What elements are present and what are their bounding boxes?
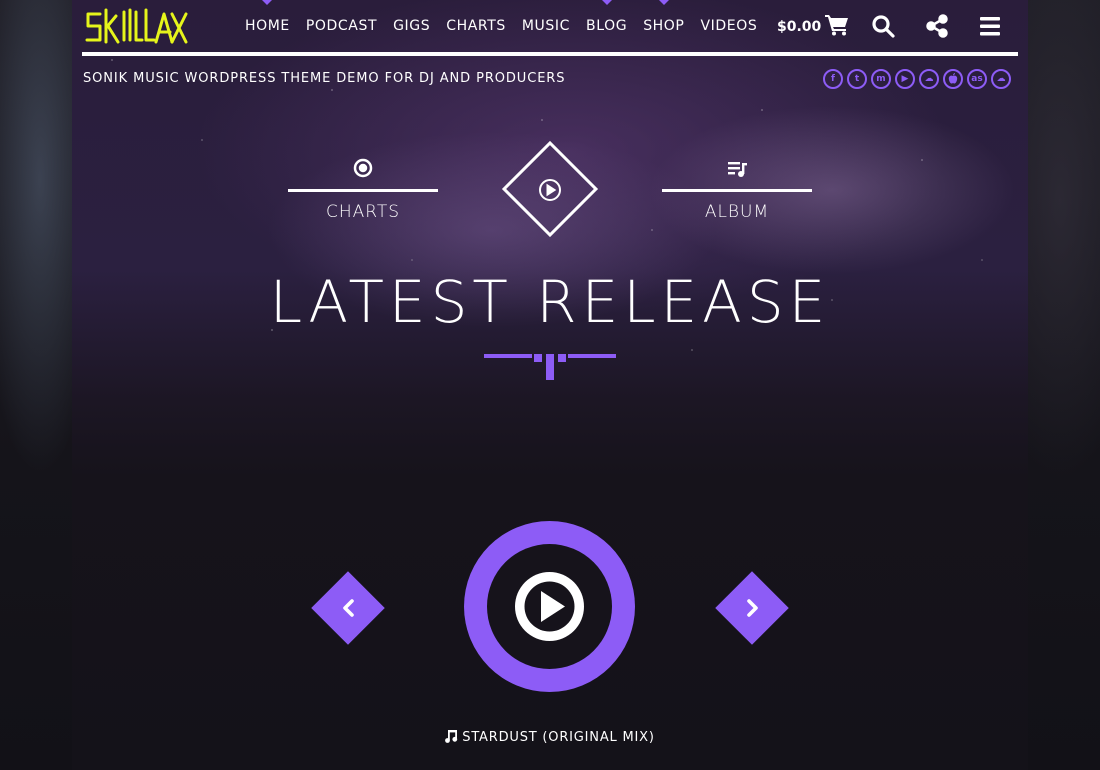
now-playing: STARDUST (ORIGINAL MIX) bbox=[0, 729, 1100, 747]
cart-total: $0.00 bbox=[777, 19, 822, 35]
section-link-charts[interactable]: CHARTS bbox=[288, 158, 438, 222]
youtube-icon[interactable]: ▶ bbox=[895, 69, 915, 89]
mixcloud-icon[interactable]: m bbox=[871, 69, 891, 89]
apple-icon[interactable] bbox=[943, 69, 963, 89]
share-icon[interactable] bbox=[925, 14, 949, 42]
site-tagline: SONIK MUSIC WORDPRESS THEME DEMO FOR DJ … bbox=[83, 71, 566, 86]
nav-item-music[interactable]: MUSIC bbox=[514, 16, 578, 36]
menu-icon[interactable] bbox=[978, 14, 1002, 42]
lastfm-icon[interactable]: as bbox=[967, 69, 987, 89]
track-title: STARDUST (ORIGINAL MIX) bbox=[462, 730, 655, 745]
chevron-left-icon[interactable] bbox=[339, 598, 357, 622]
section-underline bbox=[662, 189, 812, 192]
site-logo[interactable] bbox=[84, 6, 188, 46]
page-title: LATEST RELEASE bbox=[269, 268, 831, 336]
site-header: HOME PODCAST GIGS CHARTS MUSIC BLOG SHOP… bbox=[82, 0, 1018, 56]
target-icon bbox=[288, 158, 438, 182]
chevron-right-icon[interactable] bbox=[744, 598, 762, 622]
twitter-icon[interactable]: t bbox=[847, 69, 867, 89]
nav-item-home[interactable]: HOME bbox=[237, 0, 298, 36]
main-nav: HOME PODCAST GIGS CHARTS MUSIC BLOG SHOP… bbox=[237, 0, 765, 36]
nav-item-gigs[interactable]: GIGS bbox=[385, 16, 438, 36]
section-label-album: ALBUM bbox=[704, 202, 770, 222]
section-link-album[interactable]: ALBUM bbox=[662, 158, 812, 222]
title-divider bbox=[484, 354, 616, 380]
social-links: f t m ▶ ☁ as ☁ bbox=[823, 69, 1011, 89]
nav-item-blog[interactable]: BLOG bbox=[578, 0, 635, 36]
soundcloud-icon[interactable]: ☁ bbox=[919, 69, 939, 89]
music-note-icon bbox=[445, 729, 458, 747]
nav-item-videos[interactable]: VIDEOS bbox=[692, 16, 765, 36]
facebook-icon[interactable]: f bbox=[823, 69, 843, 89]
playlist-icon bbox=[662, 158, 812, 182]
section-underline bbox=[288, 189, 438, 192]
play-circle-icon[interactable] bbox=[538, 178, 562, 202]
search-icon[interactable] bbox=[871, 14, 895, 42]
nav-item-charts[interactable]: CHARTS bbox=[438, 16, 514, 36]
main-play-button[interactable] bbox=[464, 521, 635, 692]
play-icon[interactable] bbox=[515, 572, 584, 645]
nav-item-podcast[interactable]: PODCAST bbox=[298, 16, 385, 36]
nav-item-shop[interactable]: SHOP bbox=[635, 0, 692, 36]
cart-icon bbox=[825, 14, 849, 40]
cart-button[interactable]: $0.00 bbox=[777, 14, 849, 40]
header-divider bbox=[82, 52, 1018, 56]
section-label-charts: CHARTS bbox=[325, 202, 401, 222]
soundcloud-alt-icon[interactable]: ☁ bbox=[991, 69, 1011, 89]
